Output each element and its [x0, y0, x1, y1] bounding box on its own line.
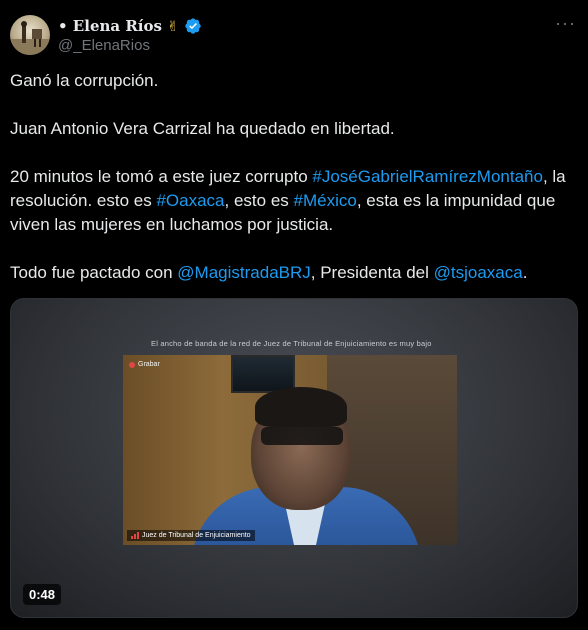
mention-link-magistrada[interactable]: @MagistradaBRJ	[177, 263, 310, 282]
video-frame: Grabar Juez de Tribunal de Enjuiciamient…	[123, 355, 457, 545]
avatar-image	[10, 21, 50, 55]
record-dot-icon	[129, 361, 135, 368]
tweet-paragraph-4: Todo fue pactado con @MagistradaBRJ, Pre…	[10, 261, 578, 285]
participant-label: Juez de Tribunal de Enjuiciamiento	[127, 530, 255, 541]
text-segment: 20 minutos le tomó a este juez corrupto	[10, 167, 313, 186]
person-glasses	[261, 427, 343, 445]
recording-label: Grabar	[138, 361, 160, 368]
recording-indicator: Grabar	[129, 361, 160, 368]
signal-strength-icon	[131, 532, 139, 539]
text-segment: Todo fue pactado con	[10, 263, 178, 282]
hashtag-link-oaxaca[interactable]: #Oaxaca	[156, 191, 224, 210]
bandwidth-warning-banner: El ancho de banda de la red de Juez de T…	[151, 339, 432, 348]
verified-badge-icon	[184, 17, 202, 35]
person-hair	[255, 387, 347, 427]
more-icon[interactable]: ···	[555, 13, 576, 34]
text-segment: , Presidenta del	[310, 263, 434, 282]
tweet-line-2: Juan Antonio Vera Carrizal ha quedado en…	[10, 119, 395, 138]
tweet-line-1: Ganó la corrupción.	[10, 71, 159, 90]
tweet-paragraph-3: 20 minutos le tomó a este juez corrupto …	[10, 165, 578, 237]
author-name-row[interactable]: • Elena Ríos ✌	[58, 15, 202, 37]
participant-name: Juez de Tribunal de Enjuiciamiento	[142, 532, 251, 539]
hashtag-link-mexico[interactable]: #México	[294, 191, 357, 210]
video-duration-badge: 0:48	[23, 584, 62, 605]
avatar[interactable]	[10, 15, 50, 55]
video-player[interactable]: El ancho de banda de la red de Juez de T…	[10, 298, 578, 618]
victory-hand-icon: ✌	[166, 18, 179, 34]
author-handle[interactable]: @_ElenaRios	[58, 37, 150, 54]
tweet-text: Ganó la corrupción. Juan Antonio Vera Ca…	[10, 69, 578, 285]
mention-link-tsjoaxaca[interactable]: @tsjoaxaca	[434, 263, 523, 282]
text-segment: , esto es	[224, 191, 294, 210]
hashtag-link-jose-gabriel[interactable]: #JoséGabrielRamírezMontaño	[312, 167, 543, 186]
text-segment: .	[522, 263, 528, 282]
author-display-name[interactable]: • Elena Ríos	[58, 17, 162, 35]
